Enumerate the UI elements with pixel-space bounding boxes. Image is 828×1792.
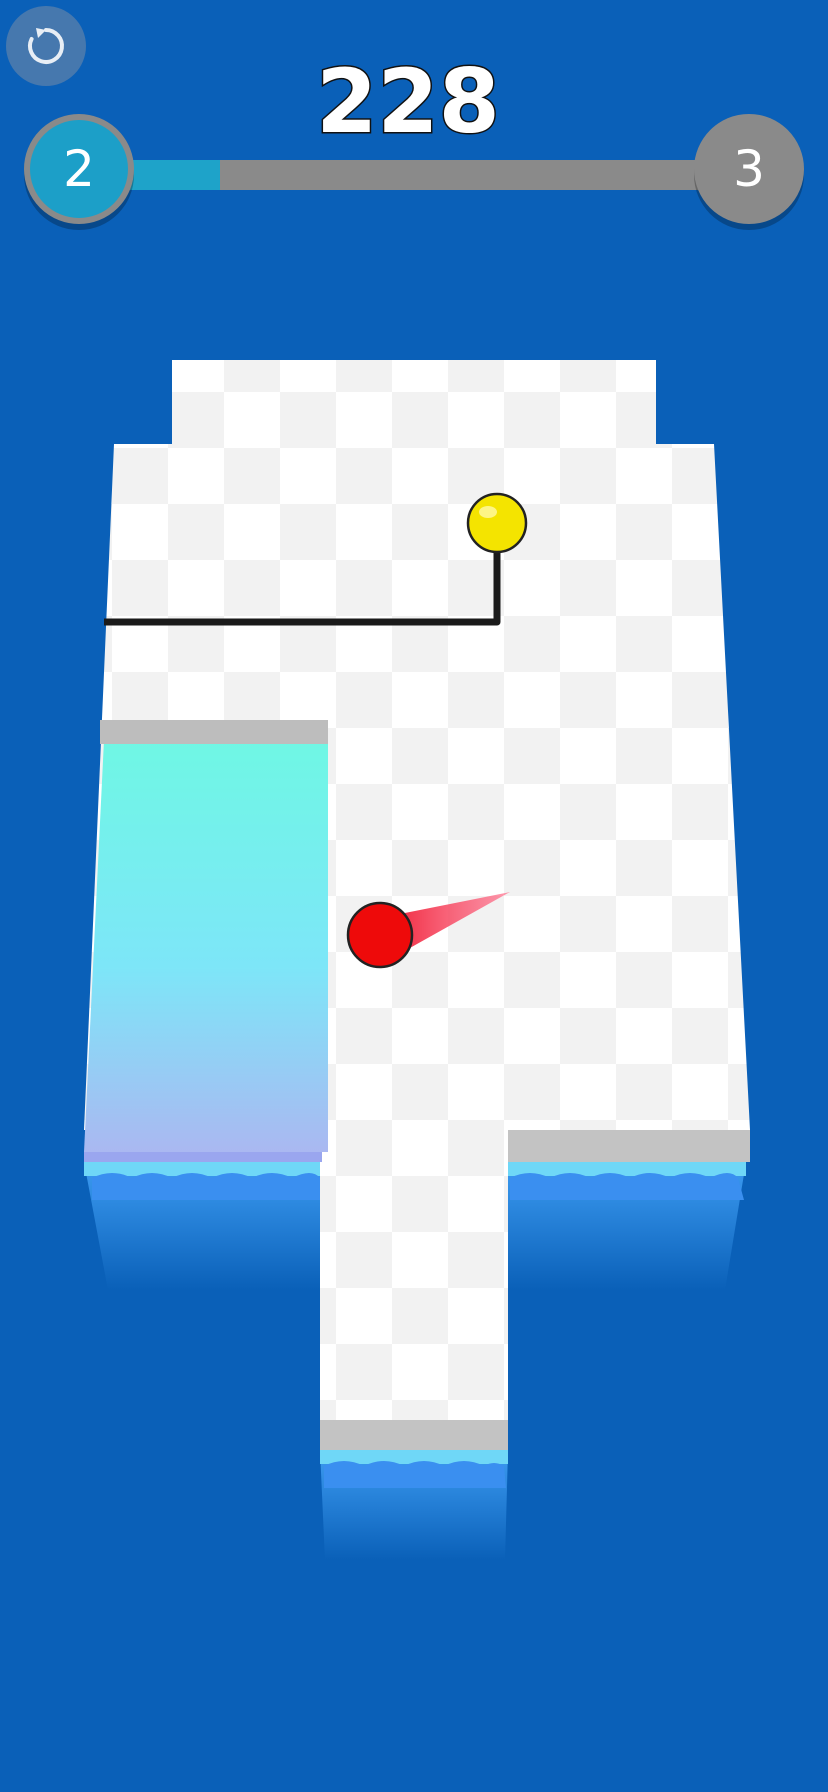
player-ball[interactable] [346,901,414,969]
next-level-badge: 3 [694,114,804,224]
painted-area [84,740,328,1152]
current-level-badge: 2 [24,114,134,224]
game-board[interactable] [0,0,828,1792]
goal-ball [466,492,528,554]
level-progress-bar [110,160,720,190]
